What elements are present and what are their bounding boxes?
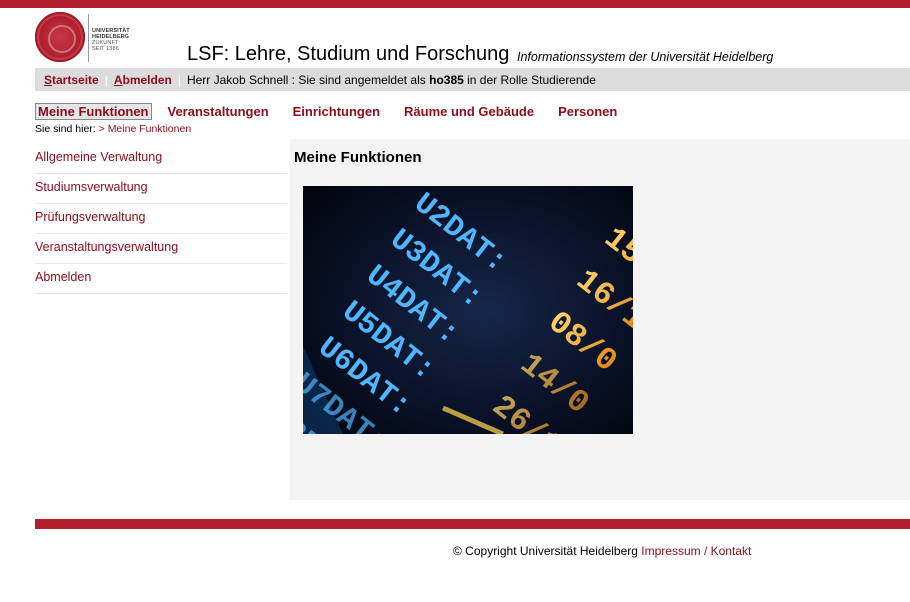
site-title: LSF: Lehre, Studium und Forschung [187,43,510,65]
logo-wordmark: UNIVERSITÄT HEIDELBERG ZUKUNFT SEIT 1386 [92,28,130,52]
separator: | [177,72,181,87]
nav-meine-funktionen[interactable]: Meine Funktionen [35,102,152,120]
nav-raeume-und-gebaeude[interactable]: Räume und Gebäude [404,104,534,119]
footer-brand-bar [35,519,910,529]
sidebar-item-veranstaltungsverwaltung[interactable]: Veranstaltungsverwaltung [35,234,287,264]
separator: | [104,72,108,87]
sidebar: Allgemeine Verwaltung Studiumsverwaltung… [35,144,287,294]
top-brand-bar [0,0,910,8]
user-id: ho385 [429,72,464,87]
page-title: Meine Funktionen [294,149,422,166]
breadcrumb-prefix: Sie sind hier: [35,123,96,135]
main-navigation: Meine Funktionen Veranstaltungen Einrich… [35,102,641,120]
university-seal-icon [35,12,85,62]
user-bar: Startseite | Abmelden | Herr Jakob Schne… [35,68,910,91]
nav-veranstaltungen[interactable]: Veranstaltungen [168,104,269,119]
sidebar-item-studiumsverwaltung[interactable]: Studiumsverwaltung [35,174,287,204]
footer: © Copyright Universität Heidelberg Impre… [453,544,751,558]
university-logo[interactable]: UNIVERSITÄT HEIDELBERG ZUKUNFT SEIT 1386 [35,12,135,64]
home-link[interactable]: Startseite [44,73,99,87]
copyright-text: © Copyright Universität Heidelberg [453,544,638,558]
header-photo: U2DAT:U3DAT:U4DAT:U5DAT:U6DAT:U7DAT:U8DA… [303,186,633,434]
nav-einrichtungen[interactable]: Einrichtungen [293,104,380,119]
impressum-kontakt-link[interactable]: Impressum / Kontakt [641,544,751,558]
nav-personen[interactable]: Personen [558,104,617,119]
logout-link[interactable]: Abmelden [114,73,172,87]
login-status: Herr Jakob Schnell : Sie sind angemeldet… [186,72,596,87]
sidebar-item-allgemeine-verwaltung[interactable]: Allgemeine Verwaltung [35,144,287,174]
data-display-image: U2DAT:U3DAT:U4DAT:U5DAT:U6DAT:U7DAT:U8DA… [303,186,633,434]
breadcrumb-current[interactable]: > Meine Funktionen [99,123,192,135]
logo-divider [88,14,89,62]
main-content: Meine Funktionen U2DAT: U3DAT: U4DAT: U5DAT… [290,139,910,500]
sidebar-item-pruefungsverwaltung[interactable]: Prüfungsverwaltung [35,204,287,234]
sidebar-item-abmelden[interactable]: Abmelden [35,264,287,294]
breadcrumb: Sie sind hier: > Meine Funktionen [35,123,191,135]
site-subtitle: Informationssystem der Universität Heide… [517,50,774,64]
